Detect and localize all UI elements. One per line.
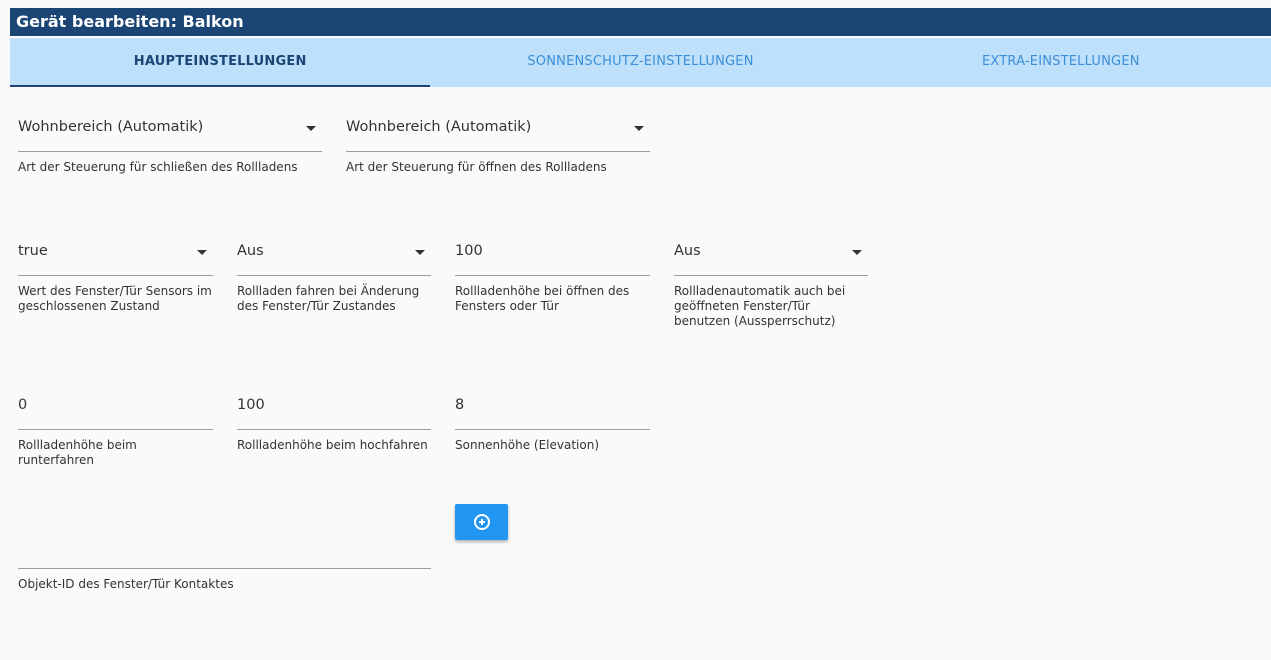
move-on-change-value: Aus bbox=[237, 243, 264, 259]
height-up-helper: Rollladenhöhe beim hochfahren bbox=[237, 438, 428, 452]
dialog-title: Gerät bearbeiten: Balkon bbox=[10, 8, 1271, 36]
lockout-field: Aus Rollladenautomatik auch bei geöffnet… bbox=[674, 236, 868, 329]
close-control-value: Wohnbereich (Automatik) bbox=[18, 119, 204, 135]
contact-helper: Objekt-ID des Fenster/Tür Kontaktes bbox=[18, 577, 234, 591]
lockout-helper: Rollladenautomatik auch bei geöffneten F… bbox=[674, 284, 846, 328]
elevation-field: 8 Sonnenhöhe (Elevation) bbox=[455, 390, 650, 453]
elevation-value: 8 bbox=[455, 397, 465, 413]
move-on-change-select[interactable]: Aus bbox=[237, 236, 431, 276]
height-down-field: 0 Rollladenhöhe beim runterfahren bbox=[18, 390, 213, 468]
close-control-field: Wohnbereich (Automatik) Art der Steuerun… bbox=[18, 112, 322, 175]
height-up-input[interactable]: 100 bbox=[237, 390, 431, 430]
chevron-down-icon bbox=[634, 126, 644, 131]
elevation-input[interactable]: 8 bbox=[455, 390, 650, 430]
height-down-helper: Rollladenhöhe beim runterfahren bbox=[18, 438, 137, 467]
height-on-open-input[interactable]: 100 bbox=[455, 236, 650, 276]
chevron-down-icon bbox=[197, 250, 207, 255]
close-control-helper: Art der Steuerung für schließen des Roll… bbox=[18, 160, 298, 174]
sensor-value-select[interactable]: true bbox=[18, 236, 213, 276]
tab-bar: HAUPTEINSTELLUNGEN SONNENSCHUTZ-EINSTELL… bbox=[10, 38, 1271, 87]
open-control-field: Wohnbereich (Automatik) Art der Steuerun… bbox=[346, 112, 650, 175]
close-control-select[interactable]: Wohnbereich (Automatik) bbox=[18, 112, 322, 152]
height-on-open-field: 100 Rollladenhöhe bei öffnen des Fenster… bbox=[455, 236, 650, 314]
sensor-value-value: true bbox=[18, 243, 48, 259]
height-up-field: 100 Rollladenhöhe beim hochfahren bbox=[237, 390, 431, 453]
sensor-value-field: true Wert des Fenster/Tür Sensors im ges… bbox=[18, 236, 213, 314]
height-on-open-value: 100 bbox=[455, 243, 483, 259]
open-control-helper: Art der Steuerung für öffnen des Rolllad… bbox=[346, 160, 607, 174]
height-on-open-helper: Rollladenhöhe bei öffnen des Fensters od… bbox=[455, 284, 630, 313]
open-control-select[interactable]: Wohnbereich (Automatik) bbox=[346, 112, 650, 152]
move-on-change-field: Aus Rollladen fahren bei Änderung des Fe… bbox=[237, 236, 431, 314]
add-button[interactable] bbox=[455, 504, 508, 540]
elevation-helper: Sonnenhöhe (Elevation) bbox=[455, 438, 600, 452]
move-on-change-helper: Rollladen fahren bei Änderung des Fenste… bbox=[237, 284, 420, 313]
add-circle-icon bbox=[473, 514, 490, 530]
chevron-down-icon bbox=[415, 250, 425, 255]
chevron-down-icon bbox=[306, 126, 316, 131]
height-down-input[interactable]: 0 bbox=[18, 390, 213, 430]
tab-sonnenschutz-einstellungen[interactable]: SONNENSCHUTZ-EINSTELLUNGEN bbox=[430, 38, 850, 87]
height-down-value: 0 bbox=[18, 397, 28, 413]
lockout-value: Aus bbox=[674, 243, 701, 259]
chevron-down-icon bbox=[852, 250, 862, 255]
tab-haupteinstellungen[interactable]: HAUPTEINSTELLUNGEN bbox=[10, 38, 431, 87]
contact-input[interactable] bbox=[18, 529, 431, 569]
open-control-value: Wohnbereich (Automatik) bbox=[346, 119, 532, 135]
height-up-value: 100 bbox=[237, 397, 265, 413]
lockout-select[interactable]: Aus bbox=[674, 236, 868, 276]
tab-extra-einstellungen[interactable]: EXTRA-EINSTELLUNGEN bbox=[851, 38, 1271, 87]
contact-field: Objekt-ID des Fenster/Tür Kontaktes bbox=[18, 529, 431, 592]
sensor-value-helper: Wert des Fenster/Tür Sensors im geschlos… bbox=[18, 284, 212, 313]
